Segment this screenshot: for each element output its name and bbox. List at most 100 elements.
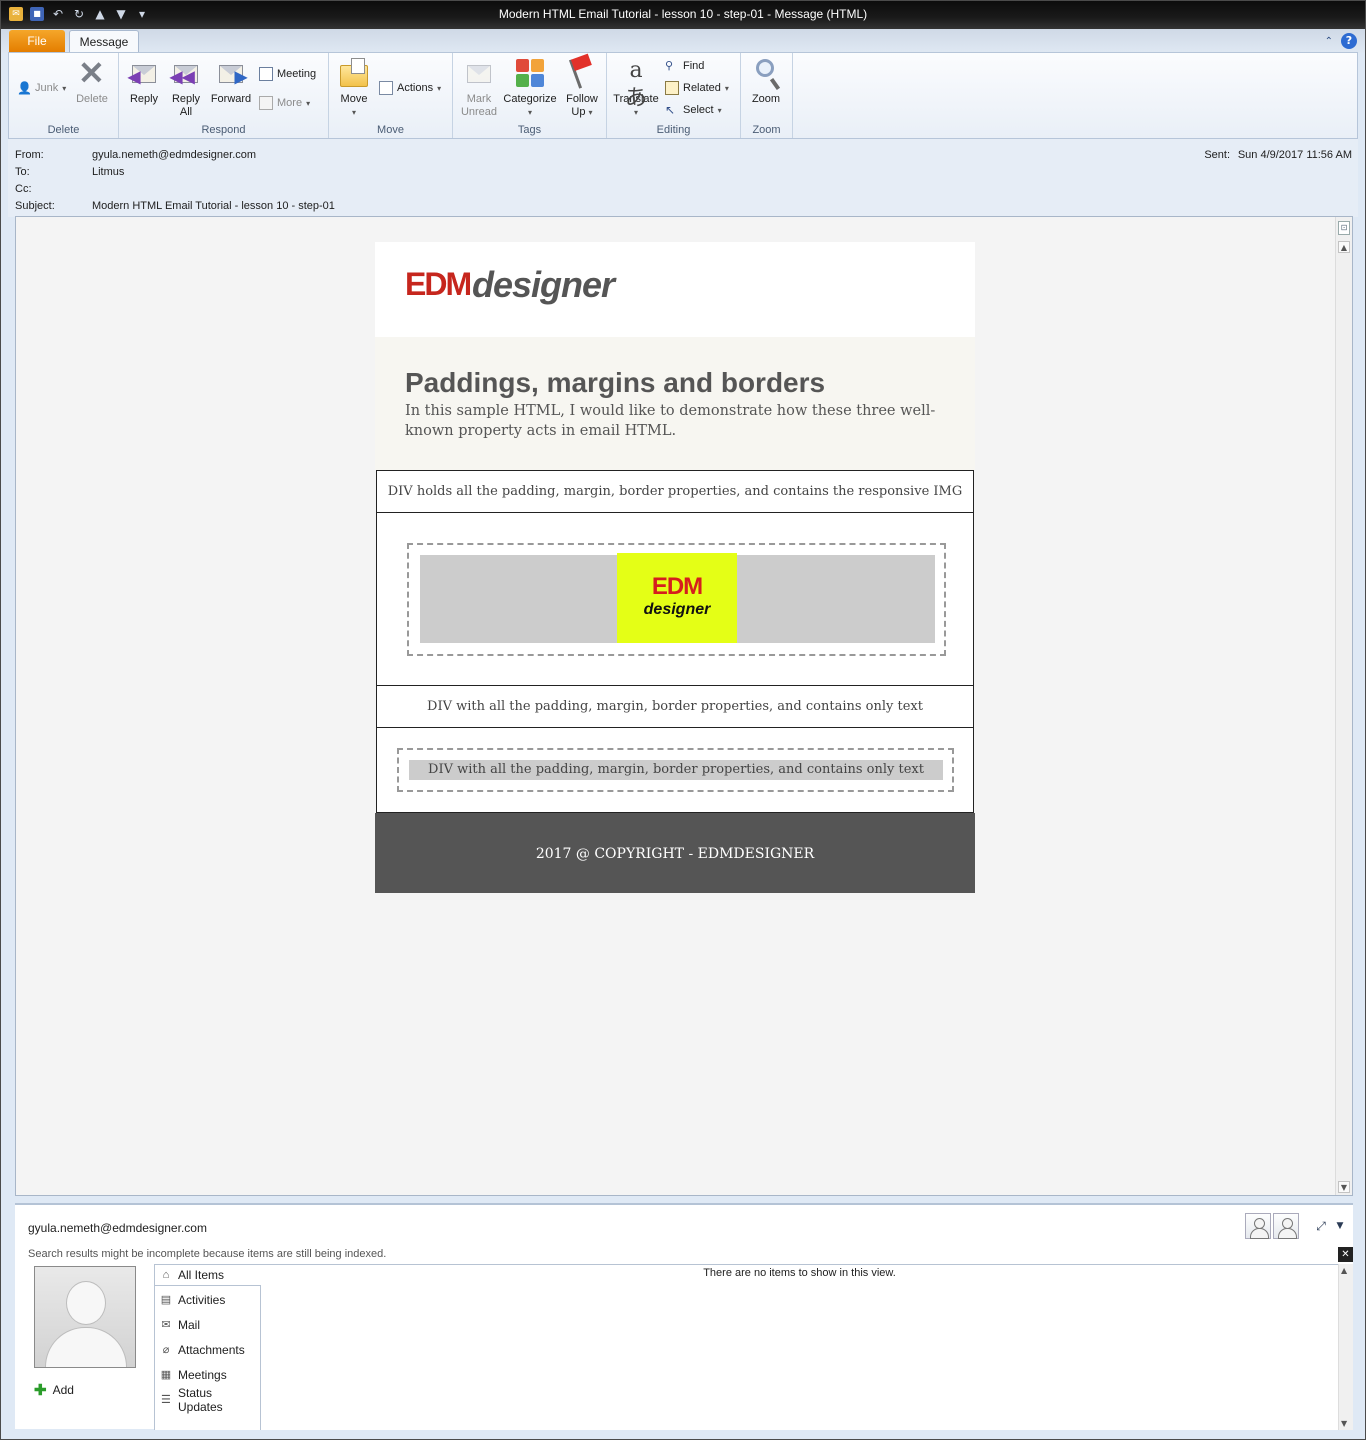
scroll-down-icon[interactable]: ▼ [1341,1419,1347,1428]
text-div-dashed-border: DIV with all the padding, margin, border… [397,748,954,792]
mark-unread-label-2: Unread [460,106,498,118]
nav-attachments[interactable]: ⌀ Attachments [155,1339,260,1361]
title-bar: ✉ ■ ↶ ↻ ▲ ▼ ▾ Modern HTML Email Tutorial… [1,1,1365,29]
select-label: Select [683,104,714,116]
chevron-down-icon: ▾ [588,108,593,117]
magnifier-icon [750,57,782,89]
select-button[interactable]: ↖ Select ▾ [665,103,722,117]
nav-activities[interactable]: ▤ Activities [155,1289,260,1311]
related-label: Related [683,82,721,94]
move-button[interactable]: Move ▾ [331,57,377,119]
activities-icon: ▤ [160,1294,172,1306]
people-pane: gyula.nemeth@edmdesigner.com Search resu… [15,1203,1353,1430]
group-label-tags: Tags [517,124,542,136]
person-icon[interactable] [1245,1213,1271,1239]
meeting-button[interactable]: Meeting [259,67,316,81]
zoom-toggle-icon[interactable]: ⊡ [1338,221,1350,235]
delete-label: Delete [76,93,108,105]
expand-icon[interactable]: ⤢ [1311,1219,1331,1234]
mark-unread-button[interactable]: Mark Unread [456,57,502,119]
avatar-head [66,1281,106,1325]
add-contact-button[interactable]: ✚ Add [34,1383,74,1398]
text-div-caption: DIV with all the padding, margin, border… [376,685,974,727]
cursor-icon: ↖ [665,103,676,117]
more-button[interactable]: More ▾ [259,96,310,110]
help-icon[interactable]: ? [1341,33,1357,49]
delete-button[interactable]: ✕ Delete [69,57,115,106]
scroll-up-icon[interactable]: ▲ [1338,241,1350,253]
forward-label: Forward [210,93,252,105]
zoom-button[interactable]: Zoom [743,57,789,106]
calendar-icon [259,67,273,81]
image-div-padding-area: EDM designer [420,553,935,643]
nav-label: Status Updates [177,1386,223,1414]
chevron-down-icon: ▾ [62,83,67,93]
categorize-icon [514,57,546,89]
group-respond: ◀ Reply ◀◀ Reply All ▶ Forward Meeting M… [119,53,329,138]
nav-status-updates[interactable]: ☰ Status Updates [155,1386,260,1414]
contact-avatar [34,1266,136,1368]
nav-label: Mail [178,1318,201,1332]
actions-button[interactable]: Actions ▾ [379,81,441,95]
from-value[interactable]: gyula.nemeth@edmdesigner.com [92,149,256,161]
image-logo-edm: EDM [651,573,703,600]
group-label-respond: Respond [201,124,246,136]
vertical-scrollbar[interactable]: ⊡ ▲ ▼ [1335,217,1352,1195]
people-pane-nav: ⌂ All Items ▤ Activities ✉ Mail ⌀ Attach… [154,1264,262,1430]
forward-button[interactable]: ▶ Forward [208,57,254,106]
people-pane-header: gyula.nemeth@edmdesigner.com Search resu… [15,1205,1353,1265]
find-label: Find [683,60,705,72]
nav-meetings[interactable]: ▦ Meetings [155,1364,260,1386]
scroll-down-icon[interactable]: ▼ [1338,1181,1350,1193]
message-body[interactable]: EDM designer Paddings, margins and borde… [15,216,1353,1196]
follow-up-button[interactable]: Follow Up ▾ [559,57,605,119]
status-icon: ☰ [161,1394,171,1406]
tab-message[interactable]: Message [69,30,139,53]
people-pane-controls: ⤢ ▼ [1245,1213,1347,1239]
translate-button[interactable]: aあ Translate ▾ [609,57,663,119]
to-value[interactable]: Litmus [92,166,124,178]
reply-all-label-1: Reply [171,93,201,105]
close-icon[interactable]: ✕ [1338,1247,1353,1262]
group-label-delete: Delete [47,124,80,136]
chevron-down-icon: ▾ [717,105,722,115]
email-intro: In this sample HTML, I would like to dem… [405,403,936,439]
chevron-down-icon: ▾ [437,83,442,93]
mail-icon: ✉ [161,1319,171,1331]
image-logo-designer: designer [643,601,711,618]
related-button[interactable]: Related ▾ [665,81,729,95]
nav-mail[interactable]: ✉ Mail [155,1314,260,1336]
text-div-demo: DIV with all the padding, margin, border… [376,727,974,813]
to-label: To: [15,166,30,178]
responsive-image: EDM designer [617,553,737,643]
tab-file[interactable]: File [9,30,65,52]
chevron-down-icon[interactable]: ▼ [1333,1221,1347,1231]
reply-all-icon: ◀◀ [170,57,202,89]
chevron-down-icon: ▾ [527,108,532,117]
reply-all-button[interactable]: ◀◀ Reply All [163,57,209,119]
window-title: Modern HTML Email Tutorial - lesson 10 -… [498,7,868,21]
sent-label: Sent: [1204,149,1230,161]
person-icon[interactable] [1273,1213,1299,1239]
actions-icon [379,81,393,95]
junk-button[interactable]: 👤 Junk ▾ [17,81,66,95]
nav-all-items[interactable]: ⌂ All Items [155,1264,262,1286]
more-label: More [277,97,303,109]
chevron-up-icon[interactable]: ⌃ [1325,36,1333,47]
categorize-button[interactable]: Categorize ▾ [501,57,559,119]
home-icon: ⌂ [162,1269,170,1281]
mark-unread-label-1: Mark [466,93,492,105]
scroll-up-icon[interactable]: ▲ [1341,1266,1347,1275]
reply-button[interactable]: ◀ Reply [121,57,167,106]
add-label: Add [52,1383,74,1397]
group-label-move: Move [377,124,404,136]
folder-icon [338,57,370,89]
find-button[interactable]: ⚲ Find [665,59,704,73]
forward-icon: ▶ [215,57,247,89]
people-pane-email[interactable]: gyula.nemeth@edmdesigner.com [28,1221,207,1235]
envelope-open-icon [463,57,495,89]
related-icon [665,81,679,95]
meeting-label: Meeting [277,68,317,80]
group-move: Move ▾ Actions ▾ Move [329,53,453,138]
people-pane-scrollbar[interactable]: ▲ ▼ [1338,1264,1353,1430]
